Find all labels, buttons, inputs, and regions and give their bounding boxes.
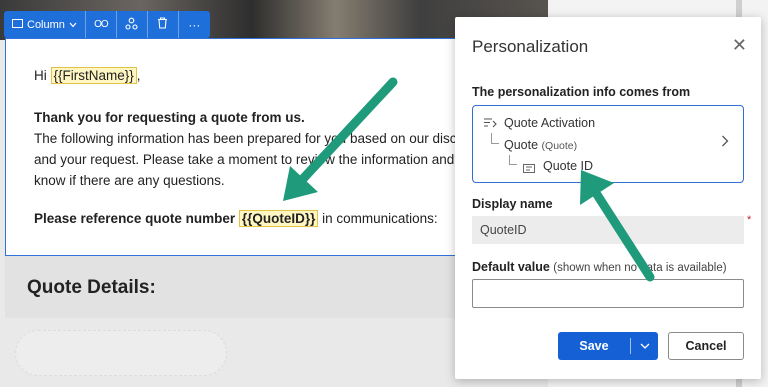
- personalize-icon: [125, 17, 138, 33]
- default-value-label: Default value (shown when no data is ava…: [472, 260, 727, 274]
- source-selector[interactable]: Quote Activation Quote (Quote) Quote ID: [472, 105, 744, 183]
- default-value-note: (shown when no data is available): [553, 262, 727, 274]
- display-name-input[interactable]: [472, 216, 744, 244]
- reference-line: Please reference quote number {{QuoteID}…: [34, 210, 438, 227]
- default-value-input[interactable]: [472, 279, 744, 308]
- panel-title: Personalization: [472, 37, 589, 56]
- quoteid-token[interactable]: {{QuoteID}}: [238, 210, 319, 227]
- source-field: Quote ID: [543, 159, 594, 173]
- personalize-button[interactable]: [117, 11, 148, 38]
- delete-button[interactable]: [148, 11, 179, 38]
- firstname-token[interactable]: {{FirstName}}: [50, 67, 137, 84]
- more-button[interactable]: ···: [179, 11, 210, 38]
- chevron-down-icon: [69, 19, 77, 31]
- source-trigger: Quote Activation: [504, 116, 596, 130]
- link-button[interactable]: OO: [86, 11, 117, 38]
- greeting-line: Hi {{FirstName}},: [34, 67, 141, 84]
- source-label: The personalization info comes from: [472, 85, 691, 99]
- tree-connector-1: [491, 133, 499, 144]
- body-line-2: and your request. Please take a moment t…: [34, 152, 455, 167]
- cancel-button[interactable]: Cancel: [668, 332, 744, 360]
- trigger-icon: [483, 116, 497, 134]
- column-toolbar: Column OO ···: [4, 11, 210, 38]
- column-select-button[interactable]: Column: [4, 11, 86, 38]
- required-marker: *: [747, 214, 752, 226]
- reference-prefix: Please reference quote number: [34, 211, 239, 226]
- column-layout-icon: [12, 18, 23, 31]
- link-icon: OO: [94, 19, 109, 30]
- save-button[interactable]: Save: [558, 332, 658, 360]
- delete-icon: [157, 17, 168, 32]
- source-entity-note: (Quote): [541, 140, 578, 152]
- source-entity-name: Quote: [504, 138, 539, 152]
- email-heading: Thank you for requesting a quote from us…: [34, 110, 305, 125]
- body-line-3: know if there are any questions.: [34, 173, 225, 188]
- close-icon[interactable]: ✕: [732, 35, 747, 56]
- more-icon: ···: [188, 17, 201, 32]
- greeting-suffix: ,: [136, 68, 141, 83]
- save-options-chevron-icon[interactable]: [631, 340, 658, 352]
- chevron-right-icon: [721, 134, 729, 152]
- body-line-1: The following information has been prepa…: [34, 131, 457, 146]
- greeting-prefix: Hi: [34, 68, 51, 83]
- tree-connector-2: [509, 155, 517, 165]
- reference-suffix: in communications:: [318, 211, 438, 226]
- empty-placeholder[interactable]: [15, 330, 227, 376]
- quote-details-title: Quote Details:: [27, 277, 156, 298]
- display-name-label: Display name: [472, 197, 553, 211]
- save-label: Save: [579, 339, 609, 353]
- personalization-panel: Personalization ✕ The personalization in…: [455, 17, 761, 379]
- default-value-title: Default value: [472, 260, 550, 274]
- column-label: Column: [27, 18, 65, 31]
- field-icon: [523, 160, 535, 178]
- source-entity: Quote (Quote): [504, 138, 577, 152]
